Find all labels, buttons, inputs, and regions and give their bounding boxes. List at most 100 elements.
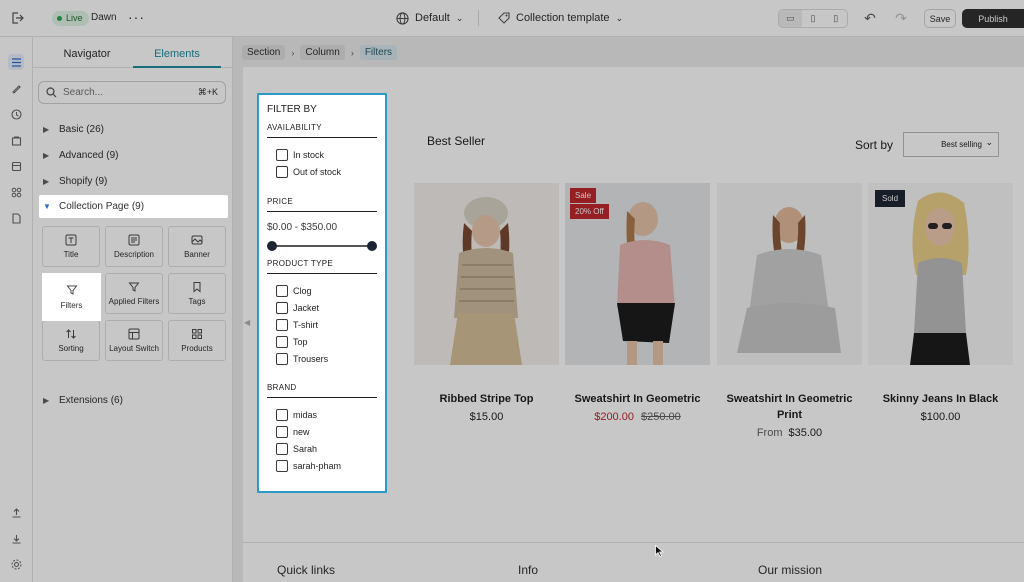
category-collection-page[interactable]: ▼ Collection Page (9) bbox=[39, 195, 228, 218]
chevron-right-icon: ▶ bbox=[43, 124, 50, 134]
option-label: Jacket bbox=[293, 302, 320, 313]
exit-icon[interactable] bbox=[9, 10, 25, 26]
tablet-icon[interactable]: ▯ bbox=[802, 10, 825, 27]
layers-icon[interactable] bbox=[8, 54, 24, 70]
redo-icon[interactable]: ↷ bbox=[893, 10, 909, 26]
filter-option[interactable]: Sarah bbox=[267, 440, 377, 457]
category-extensions[interactable]: ▶ Extensions (6) bbox=[43, 389, 228, 411]
filter-section-availability: AVAILABILITY bbox=[267, 123, 377, 138]
collection-heading: Best Seller bbox=[427, 134, 486, 148]
category-advanced[interactable]: ▶ Advanced (9) bbox=[43, 144, 228, 166]
product-image[interactable] bbox=[717, 183, 862, 365]
tile-description[interactable]: Description bbox=[105, 226, 163, 267]
tile-tags[interactable]: Tags bbox=[168, 273, 226, 314]
breadcrumb-column[interactable]: Column bbox=[300, 45, 345, 60]
product-name[interactable]: Ribbed Stripe Top bbox=[414, 391, 559, 407]
filter-section-brand: BRAND bbox=[267, 383, 377, 398]
tab-elements[interactable]: Elements bbox=[133, 37, 221, 68]
breadcrumb-section[interactable]: Section bbox=[242, 45, 286, 60]
bag-icon[interactable] bbox=[8, 132, 24, 148]
brush-icon[interactable] bbox=[8, 80, 24, 96]
checkbox[interactable] bbox=[276, 284, 288, 297]
checkbox[interactable] bbox=[276, 425, 288, 438]
store-icon[interactable] bbox=[8, 158, 24, 174]
product-price: $200.00 $250.00 bbox=[565, 411, 710, 423]
desktop-icon[interactable]: ▭ bbox=[779, 10, 802, 27]
filter-option[interactable]: midas bbox=[267, 406, 377, 423]
tag-icon bbox=[193, 282, 201, 293]
product-name[interactable]: Sweatshirt In Geometric bbox=[565, 391, 710, 407]
product-card[interactable]: Sale 20% Off Sweatshirt In Geometric $20… bbox=[565, 183, 710, 423]
price-slider[interactable] bbox=[267, 239, 377, 253]
checkbox[interactable] bbox=[276, 301, 288, 314]
undo-icon[interactable]: ↶ bbox=[862, 10, 878, 26]
category-label: Basic (26) bbox=[59, 123, 105, 135]
tile-filters[interactable]: Filters bbox=[42, 273, 101, 321]
chevron-right-icon: › bbox=[291, 47, 295, 58]
checkbox[interactable] bbox=[276, 352, 288, 365]
tile-applied-filters[interactable]: Applied Filters bbox=[105, 273, 163, 314]
title-icon bbox=[65, 234, 77, 246]
tab-navigator[interactable]: Navigator bbox=[43, 37, 131, 68]
history-icon[interactable] bbox=[8, 106, 24, 122]
filter-option[interactable]: T-shirt bbox=[267, 316, 377, 333]
checkbox[interactable] bbox=[276, 408, 288, 421]
category-shopify[interactable]: ▶ Shopify (9) bbox=[43, 170, 228, 192]
checkbox[interactable] bbox=[276, 165, 288, 178]
sold-badge: Sold bbox=[875, 190, 906, 207]
breadcrumb-filters[interactable]: Filters bbox=[359, 45, 398, 60]
tile-banner[interactable]: Banner bbox=[168, 226, 226, 267]
save-button[interactable]: Save bbox=[924, 9, 956, 28]
product-card[interactable]: Sweatshirt In Geometric Print From $35.00 bbox=[717, 183, 862, 439]
gear-icon[interactable] bbox=[8, 556, 24, 572]
template-select[interactable]: Collection template ⌄ bbox=[498, 10, 623, 26]
chevron-right-icon: ▶ bbox=[43, 395, 50, 405]
category-basic[interactable]: ▶ Basic (26) bbox=[43, 118, 228, 140]
product-image[interactable] bbox=[414, 183, 559, 365]
tile-label: Description bbox=[113, 250, 154, 259]
product-image[interactable]: Sale 20% Off bbox=[565, 183, 710, 365]
product-name[interactable]: Sweatshirt In Geometric Print bbox=[717, 391, 862, 423]
download-icon[interactable] bbox=[8, 530, 24, 546]
language-select[interactable]: Default ⌄ bbox=[396, 10, 463, 26]
filter-option[interactable]: Trousers bbox=[267, 350, 377, 367]
apps-icon[interactable] bbox=[8, 184, 24, 200]
mobile-icon[interactable]: ▯ bbox=[824, 10, 847, 27]
tile-layout-switch[interactable]: Layout Switch bbox=[105, 320, 163, 361]
footer-divider bbox=[243, 542, 1024, 543]
product-name[interactable]: Skinny Jeans In Black bbox=[868, 391, 1013, 407]
theme-name: Dawn bbox=[91, 12, 117, 23]
search-input[interactable] bbox=[63, 87, 192, 98]
sort-select[interactable]: Best selling bbox=[903, 132, 999, 157]
filter-option[interactable]: sarah-pham bbox=[267, 457, 377, 474]
slider-min-handle[interactable] bbox=[267, 241, 277, 251]
price-value: $100.00 bbox=[920, 411, 961, 423]
filter-panel[interactable]: FILTER BY AVAILABILITY In stock Out of s… bbox=[257, 93, 387, 493]
tile-sorting[interactable]: Sorting bbox=[42, 320, 100, 361]
slider-max-handle[interactable] bbox=[367, 241, 377, 251]
filter-option[interactable]: new bbox=[267, 423, 377, 440]
filter-option[interactable]: Clog bbox=[267, 282, 377, 299]
product-card[interactable]: Sold Skinny Jeans In Black $100.00 bbox=[868, 183, 1013, 423]
checkbox[interactable] bbox=[276, 442, 288, 455]
product-card[interactable]: Ribbed Stripe Top $15.00 bbox=[414, 183, 559, 423]
filter-option[interactable]: Out of stock bbox=[267, 163, 377, 180]
tile-products[interactable]: Products bbox=[168, 320, 226, 361]
checkbox[interactable] bbox=[276, 148, 288, 161]
filter-option[interactable]: In stock bbox=[267, 146, 377, 163]
checkbox[interactable] bbox=[276, 335, 288, 348]
more-icon[interactable]: ··· bbox=[128, 9, 145, 25]
upload-icon[interactable] bbox=[8, 504, 24, 520]
grid-icon bbox=[192, 329, 202, 339]
availability-options: In stock Out of stock bbox=[267, 146, 377, 180]
checkbox[interactable] bbox=[276, 459, 288, 472]
filter-option[interactable]: Jacket bbox=[267, 299, 377, 316]
page-icon[interactable] bbox=[8, 210, 24, 226]
product-image[interactable]: Sold bbox=[868, 183, 1013, 365]
tile-title[interactable]: Title bbox=[42, 226, 100, 267]
checkbox[interactable] bbox=[276, 318, 288, 331]
filter-option[interactable]: Top bbox=[267, 333, 377, 350]
collapse-panel-icon[interactable]: ◀ bbox=[244, 318, 250, 327]
price-range: $0.00 - $350.00 bbox=[267, 222, 338, 233]
publish-button[interactable]: Publish bbox=[962, 9, 1024, 28]
